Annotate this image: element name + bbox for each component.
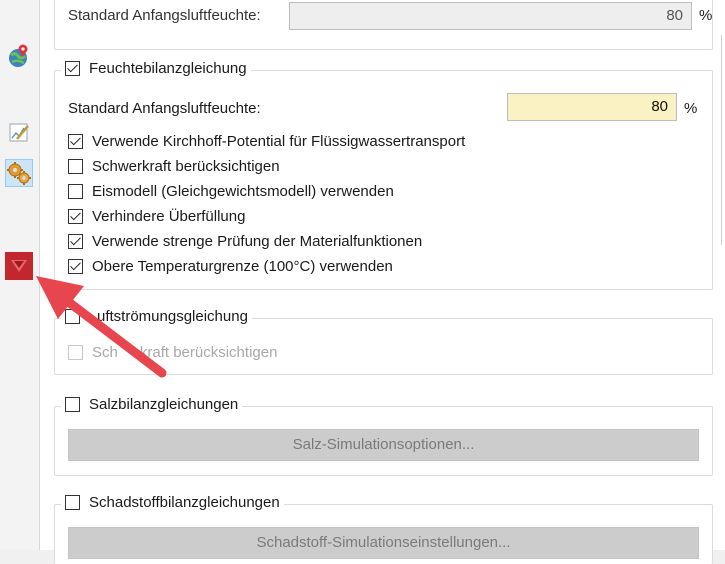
main-panel: Standard Anfangsluftfeuchte: 80 % Feucht… [40,0,725,564]
gravity-checkbox[interactable] [68,159,83,174]
pollutant-balance-label: Schadstoffbilanzgleichungen [89,494,280,511]
salt-balance-label: Salzbilanzgleichungen [89,396,239,413]
option-ice-model[interactable]: Eismodell (Gleichgewichtsmodell) verwend… [68,183,394,200]
option-gravity[interactable]: Schwerkraft berücksichtigen [68,158,280,175]
red-pointer-icon[interactable] [5,252,33,280]
option-temp-limit[interactable]: Obere Temperaturgrenze (100°C) verwenden [68,258,393,275]
option-prevent-overfill[interactable]: Verhindere Überfüllung [68,208,245,225]
top-humidity-input[interactable]: 80 [289,2,692,30]
gears-icon[interactable] [5,159,33,187]
moisture-balance-group: Feuchtebilanzgleichung Standard Anfangsl… [54,60,713,290]
prevent-overfill-label: Verhindere Überfüllung [92,208,246,225]
right-edge-divider [721,35,725,245]
kirchhoff-checkbox[interactable] [68,134,83,149]
partial-icon[interactable] [5,0,33,8]
airflow-label: uftströmungsgleichung [97,308,248,325]
strict-check-label: Verwende strenge Prüfung der Materialfun… [92,233,423,250]
airflow-group: uftströmungsgleichung Sch kraft berücksi… [54,308,713,375]
top-partial-group: Standard Anfangsluftfeuchte: 80 % [54,0,713,50]
pollutant-balance-group: Schadstoffbilanzgleichungen Schadstoff-S… [54,494,713,564]
ice-model-label: Eismodell (Gleichgewichtsmodell) verwend… [92,183,394,200]
airflow-checkbox[interactable] [65,309,80,324]
temp-limit-checkbox[interactable] [68,259,83,274]
option-kirchhoff[interactable]: Verwende Kirchhoff-Potential für Flüssig… [68,133,465,150]
moisture-balance-checkbox[interactable] [65,61,80,76]
ice-model-checkbox[interactable] [68,184,83,199]
sidebar [0,0,40,550]
pollutant-settings-button[interactable]: Schadstoff-Simulationseinstellungen... [68,527,699,559]
pollutant-balance-title[interactable]: Schadstoffbilanzgleichungen [61,494,284,511]
gravity-label: Schwerkraft berücksichtigen [92,158,280,175]
salt-balance-checkbox[interactable] [65,397,80,412]
airflow-gravity-checkbox[interactable] [68,345,83,360]
salt-options-button[interactable]: Salz-Simulationsoptionen... [68,429,699,461]
salt-balance-title[interactable]: Salzbilanzgleichungen [61,396,243,413]
salt-balance-group: Salzbilanzgleichungen Salz-Simulationsop… [54,396,713,476]
globe-pin-icon[interactable] [5,42,33,70]
chart-pencil-icon[interactable] [5,118,33,146]
moisture-balance-label: Feuchtebilanzgleichung [89,60,247,77]
option-strict-check[interactable]: Verwende strenge Prüfung der Materialfun… [68,233,422,250]
airflow-gravity-label-part2: kraft berücksichtigen [139,344,278,361]
airflow-gravity-label-part1: Sch [92,344,118,361]
top-humidity-unit: % [699,7,713,24]
humidity-unit: % [684,100,698,117]
prevent-overfill-checkbox[interactable] [68,209,83,224]
airflow-title[interactable]: uftströmungsgleichung [61,308,252,325]
airflow-gravity-option[interactable]: Sch kraft berücksichtigen [68,344,277,361]
moisture-balance-title[interactable]: Feuchtebilanzgleichung [61,60,251,77]
kirchhoff-label: Verwende Kirchhoff-Potential für Flüssig… [92,133,466,150]
humidity-label: Standard Anfangsluftfeuchte: [68,100,261,117]
humidity-input[interactable]: 80 [507,93,677,121]
temp-limit-label: Obere Temperaturgrenze (100°C) verwenden [92,258,393,275]
strict-check-checkbox[interactable] [68,234,83,249]
top-humidity-label: Standard Anfangsluftfeuchte: [68,7,261,24]
pollutant-balance-checkbox[interactable] [65,495,80,510]
